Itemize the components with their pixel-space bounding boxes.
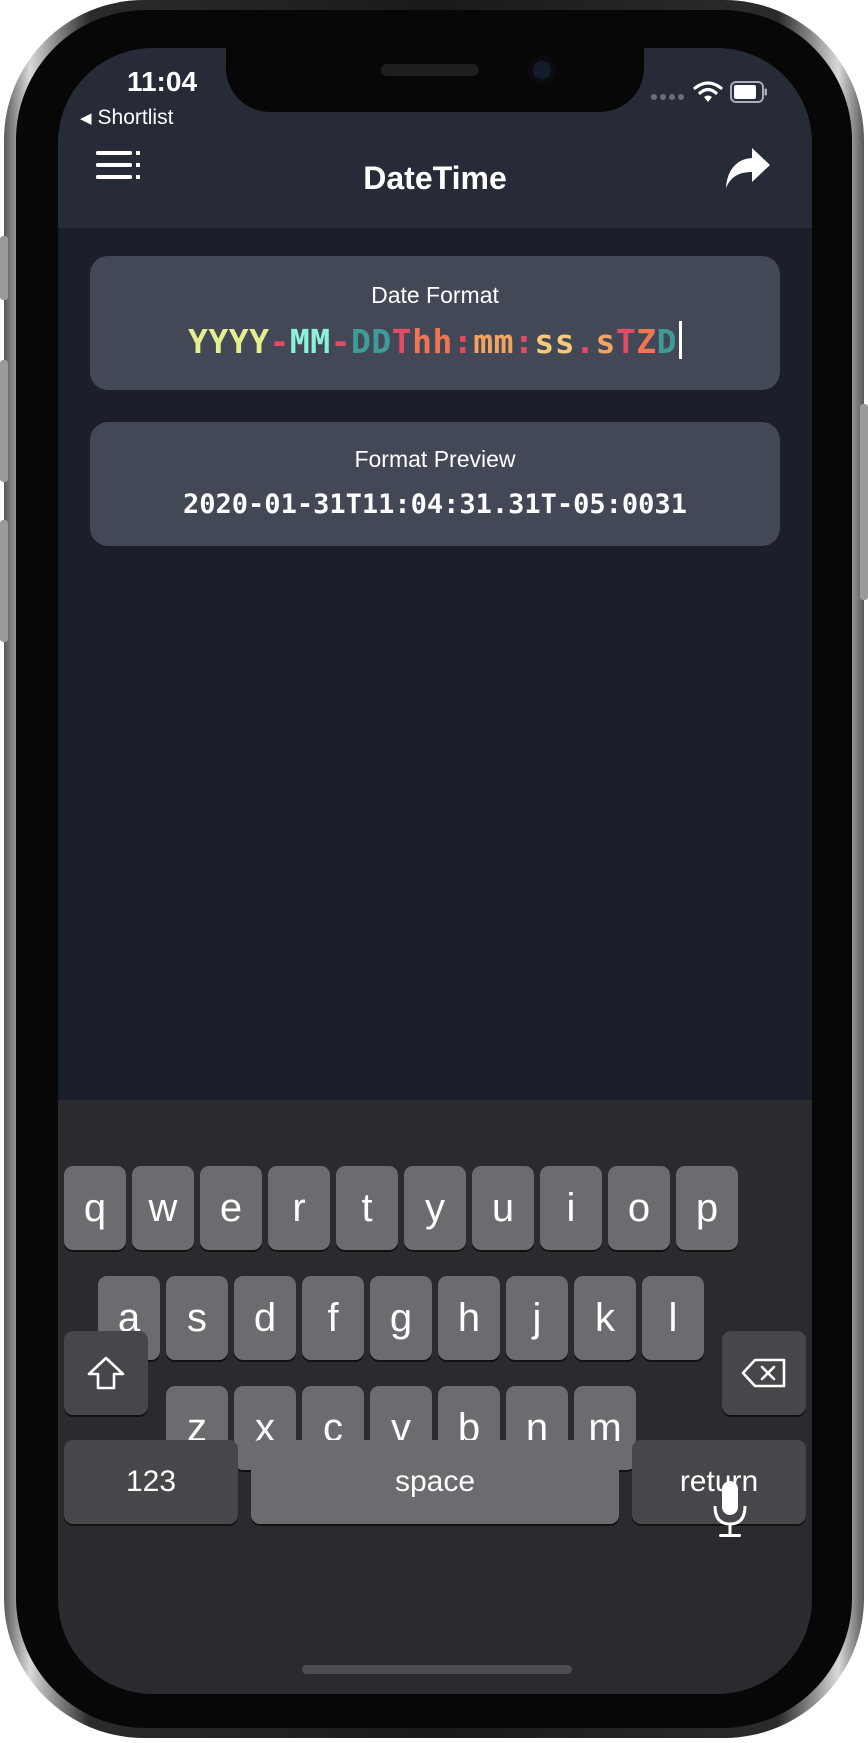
format-token: ss bbox=[534, 322, 576, 361]
key-s[interactable]: s bbox=[166, 1276, 228, 1360]
keyboard: qwertyuiopasdfghjklzxcvbnm 123 space ret… bbox=[58, 1100, 812, 1694]
back-triangle-icon: ◀ bbox=[80, 110, 92, 127]
backspace-icon bbox=[741, 1358, 786, 1388]
space-key[interactable]: space bbox=[251, 1440, 619, 1524]
key-r[interactable]: r bbox=[268, 1166, 330, 1250]
date-format-label: Date Format bbox=[371, 282, 499, 308]
format-preview-value: 2020-01-31T11:04:31.31T-05:0031 bbox=[183, 489, 687, 520]
format-token: mm bbox=[473, 322, 514, 361]
key-l[interactable]: l bbox=[642, 1276, 704, 1360]
format-token: s bbox=[595, 322, 616, 361]
key-e[interactable]: e bbox=[200, 1166, 262, 1250]
status-time: 11:04 bbox=[126, 66, 198, 97]
key-w[interactable]: w bbox=[132, 1166, 194, 1250]
mute-switch bbox=[0, 236, 8, 300]
key-p[interactable]: p bbox=[676, 1166, 738, 1250]
key-f[interactable]: f bbox=[302, 1276, 364, 1360]
format-preview-label: Format Preview bbox=[354, 446, 516, 472]
cellular-signal-icon bbox=[651, 94, 684, 100]
format-preview-card: Format Preview 2020-01-31T11:04:31.31T-0… bbox=[90, 422, 780, 546]
date-format-card: Date Format YYYY-MM-DDThh:mm:ss.sTZD bbox=[90, 256, 780, 390]
text-cursor bbox=[678, 321, 682, 359]
numbers-key[interactable]: 123 bbox=[64, 1440, 238, 1524]
format-token: T bbox=[391, 322, 413, 361]
power-button bbox=[860, 404, 868, 600]
date-format-input[interactable]: YYYY-MM-DDThh:mm:ss.sTZD bbox=[90, 321, 780, 361]
format-token: - bbox=[330, 322, 351, 361]
key-q[interactable]: q bbox=[64, 1166, 126, 1250]
volume-up-button bbox=[0, 360, 8, 482]
device-notch bbox=[226, 48, 644, 112]
back-to-app-link[interactable]: ◀ Shortlist bbox=[80, 106, 173, 130]
format-token: T bbox=[615, 322, 637, 361]
format-token: - bbox=[269, 322, 290, 361]
key-k[interactable]: k bbox=[574, 1276, 636, 1360]
format-token: DD bbox=[350, 322, 392, 361]
key-h[interactable]: h bbox=[438, 1276, 500, 1360]
wifi-icon bbox=[693, 81, 723, 102]
shift-key[interactable] bbox=[64, 1331, 148, 1415]
key-o[interactable]: o bbox=[608, 1166, 670, 1250]
speaker-grille bbox=[381, 64, 479, 76]
key-u[interactable]: u bbox=[472, 1166, 534, 1250]
format-token: . bbox=[575, 322, 596, 361]
format-token: hh bbox=[412, 322, 453, 361]
format-token: Z bbox=[636, 322, 657, 361]
format-token: YYYY bbox=[188, 322, 270, 361]
back-label: Shortlist bbox=[97, 106, 174, 129]
front-camera bbox=[528, 56, 556, 84]
key-j[interactable]: j bbox=[506, 1276, 568, 1360]
page-title: DateTime bbox=[363, 160, 507, 196]
format-token: D bbox=[656, 322, 677, 361]
shift-arrow-icon bbox=[87, 1356, 125, 1390]
key-i[interactable]: i bbox=[540, 1166, 602, 1250]
screen: 11:04 ◀ Shortlist DateTime Date Format Y… bbox=[58, 48, 812, 1694]
share-arrow-icon[interactable] bbox=[724, 146, 772, 190]
key-d[interactable]: d bbox=[234, 1276, 296, 1360]
battery-icon bbox=[730, 81, 767, 103]
delete-key[interactable] bbox=[722, 1331, 806, 1415]
microphone-icon[interactable] bbox=[710, 1478, 750, 1542]
format-token: MM bbox=[289, 322, 331, 361]
key-y[interactable]: y bbox=[404, 1166, 466, 1250]
volume-down-button bbox=[0, 520, 8, 642]
format-token: : bbox=[452, 322, 474, 361]
key-t[interactable]: t bbox=[336, 1166, 398, 1250]
home-indicator[interactable] bbox=[302, 1665, 572, 1674]
key-g[interactable]: g bbox=[370, 1276, 432, 1360]
format-token: : bbox=[513, 322, 535, 361]
